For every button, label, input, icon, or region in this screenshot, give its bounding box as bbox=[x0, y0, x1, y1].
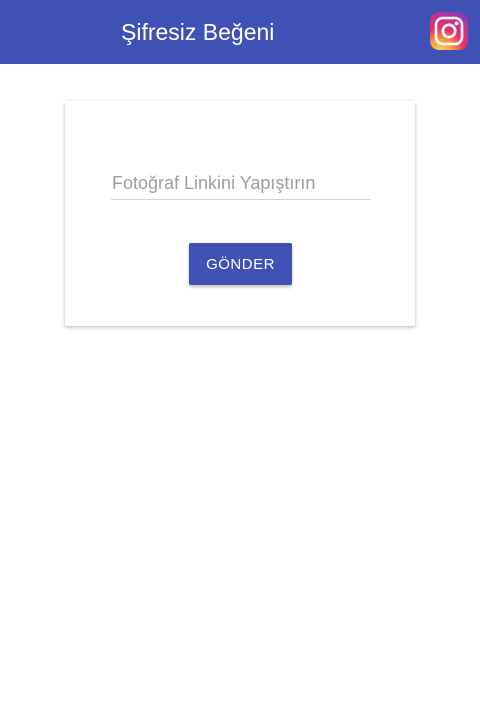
instagram-icon bbox=[430, 12, 468, 50]
app-title: Şifresiz Beğeni bbox=[121, 19, 275, 45]
send-button[interactable]: GÖNDER bbox=[189, 243, 292, 285]
photo-link-input[interactable] bbox=[111, 168, 371, 200]
link-form-card: GÖNDER bbox=[65, 101, 415, 326]
app-bar: Şifresiz Beğeni bbox=[0, 0, 480, 64]
instagram-button[interactable] bbox=[430, 12, 468, 50]
